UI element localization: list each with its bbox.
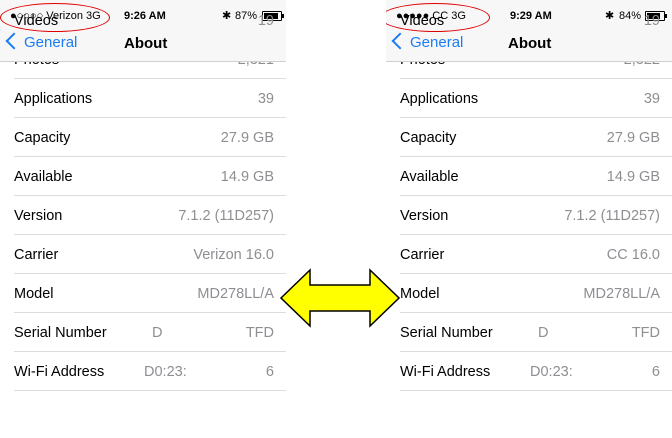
- row-value: 7.1.2 (11D257): [178, 208, 274, 224]
- list-item: Serial Number D TFD: [0, 313, 286, 352]
- list-item: Version 7.1.2 (11D257): [386, 196, 672, 235]
- row-value: 39: [643, 91, 660, 107]
- right-screenshot: ●●●●● CC 3G 9:29 AM ✱ 84% Videos19Photos…: [386, 0, 672, 438]
- list-item: Applications 39: [0, 79, 286, 118]
- row-label: Capacity: [400, 130, 457, 146]
- list-item: Model MD278LL/A: [0, 274, 286, 313]
- back-label: General: [410, 34, 464, 51]
- row-value: MD278LL/A: [197, 286, 274, 302]
- row-divider: [14, 390, 286, 391]
- row-label: Carrier: [14, 247, 59, 263]
- row-value-partial: D: [152, 325, 163, 341]
- row-label: Videos: [400, 13, 445, 29]
- row-value: 39: [257, 91, 274, 107]
- list-item: Capacity 27.9 GB: [386, 118, 672, 157]
- left-screenshot: ●○○○○ Verizon 3G 9:26 AM ✱ 87% Videos19P…: [0, 0, 286, 438]
- row-value: 14.9 GB: [606, 169, 660, 185]
- row-label: Model: [14, 286, 54, 302]
- list-item: Available 14.9 GB: [0, 157, 286, 196]
- row-value-partial: D0:23:: [530, 364, 573, 380]
- list-item: Carrier Verizon 16.0: [0, 235, 286, 274]
- list-item: Wi-Fi Address D0:23: 6: [386, 352, 672, 391]
- back-button[interactable]: General: [391, 32, 464, 51]
- chevron-left-icon: [5, 32, 23, 50]
- double-arrow-icon: [280, 268, 400, 328]
- row-value-partial: D0:23:: [144, 364, 187, 380]
- row-value: 27.9 GB: [606, 130, 660, 146]
- row-value: TFD: [631, 325, 660, 341]
- chevron-left-icon: [391, 32, 409, 50]
- row-value: 19: [643, 13, 660, 29]
- row-value: 27.9 GB: [220, 130, 274, 146]
- list-item: Model MD278LL/A: [386, 274, 672, 313]
- list-item: Carrier CC 16.0: [386, 235, 672, 274]
- list-item: Applications 39: [386, 79, 672, 118]
- row-label: Version: [14, 208, 63, 224]
- row-value: MD278LL/A: [583, 286, 660, 302]
- row-value: Verizon 16.0: [193, 247, 274, 263]
- list-item: Available 14.9 GB: [386, 157, 672, 196]
- row-value-partial: D: [538, 325, 549, 341]
- list-item: Capacity 27.9 GB: [0, 118, 286, 157]
- row-value: 14.9 GB: [220, 169, 274, 185]
- row-value: CC 16.0: [606, 247, 660, 263]
- page-title: About: [124, 35, 168, 52]
- row-label: Available: [14, 169, 73, 185]
- row-value: 7.1.2 (11D257): [564, 208, 660, 224]
- row-label: Serial Number: [400, 325, 493, 341]
- nav-bar: General About: [386, 32, 672, 62]
- list-item: Wi-Fi Address D0:23: 6: [0, 352, 286, 391]
- row-label: Capacity: [14, 130, 71, 146]
- back-button[interactable]: General: [5, 32, 78, 51]
- row-label: Wi-Fi Address: [14, 364, 105, 380]
- row-value: 19: [257, 13, 274, 29]
- row-value: 6: [651, 364, 660, 380]
- row-label: Carrier: [400, 247, 445, 263]
- page-title: About: [508, 35, 552, 52]
- list-item: Serial Number D TFD: [386, 313, 672, 352]
- row-value: 6: [265, 364, 274, 380]
- row-divider: [400, 390, 672, 391]
- row-value: TFD: [245, 325, 274, 341]
- row-label: Videos: [14, 13, 59, 29]
- nav-bar: General About: [0, 32, 286, 62]
- list-item: Version 7.1.2 (11D257): [0, 196, 286, 235]
- row-label: Available: [400, 169, 459, 185]
- back-label: General: [24, 34, 78, 51]
- row-label: Wi-Fi Address: [400, 364, 491, 380]
- row-label: Applications: [400, 91, 479, 107]
- row-label: Serial Number: [14, 325, 107, 341]
- row-label: Model: [400, 286, 440, 302]
- row-label: Applications: [14, 91, 93, 107]
- row-label: Version: [400, 208, 449, 224]
